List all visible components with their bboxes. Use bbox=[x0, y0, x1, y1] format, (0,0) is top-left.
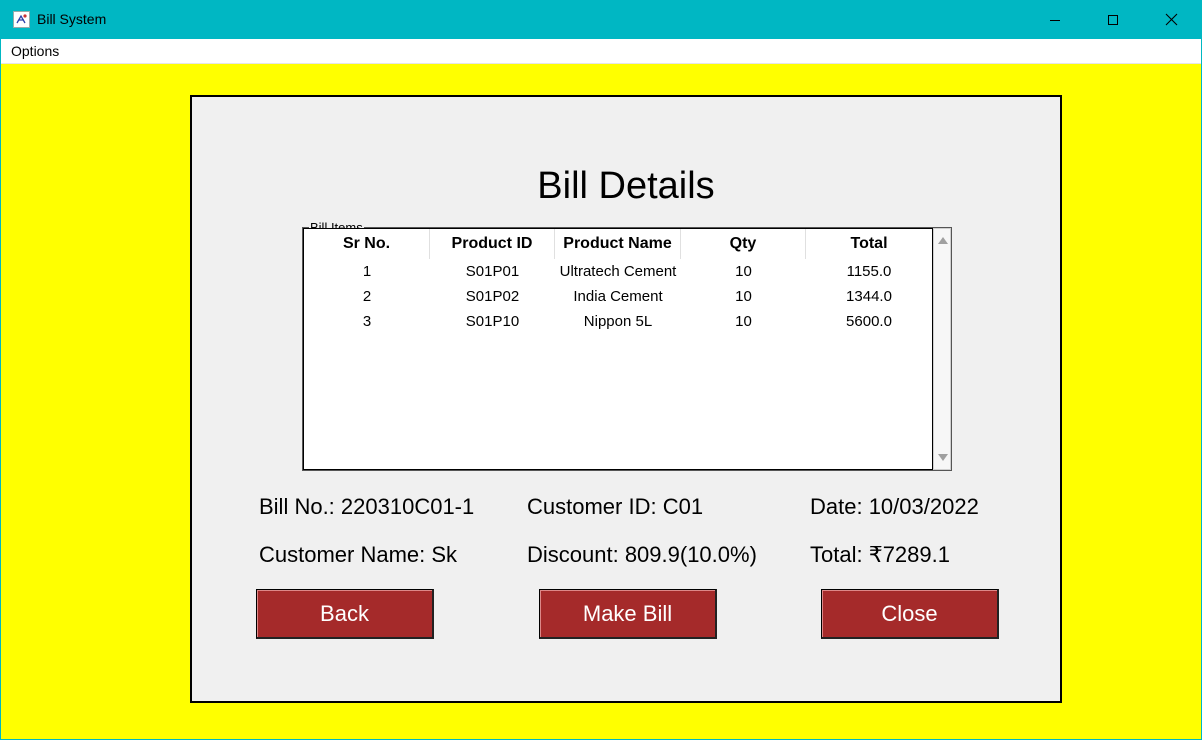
cell-total: 1344.0 bbox=[846, 288, 892, 305]
page-title: Bill Details bbox=[537, 165, 715, 207]
column-header-product-name[interactable]: Product Name bbox=[555, 229, 681, 259]
maximize-icon bbox=[1108, 14, 1118, 25]
cell-product-id: S01P02 bbox=[465, 288, 520, 305]
app-icon bbox=[13, 11, 30, 28]
title-bar: Bill System bbox=[0, 0, 1202, 39]
close-window-button[interactable] bbox=[1142, 0, 1200, 39]
cell-sr-no: 1 bbox=[362, 263, 372, 280]
menu-options[interactable]: Options bbox=[11, 43, 59, 59]
scroll-down-icon[interactable] bbox=[938, 454, 948, 461]
window-title: Bill System bbox=[37, 11, 107, 27]
cell-sr-no: 2 bbox=[362, 288, 372, 305]
table-row[interactable]: 3 S01P10 Nippon 5L 10 5600.0 bbox=[304, 309, 932, 334]
cell-sr-no: 3 bbox=[362, 313, 372, 330]
bill-panel: Bill Details Bill Items Sr No. Product I… bbox=[190, 95, 1062, 703]
bill-date: Date: 10/03/2022 bbox=[810, 494, 979, 519]
main-canvas: Bill Details Bill Items Sr No. Product I… bbox=[1, 64, 1201, 739]
cell-product-name: Nippon 5L bbox=[583, 313, 653, 330]
bill-number: Bill No.: 220310C01-1 bbox=[259, 494, 475, 519]
column-header-total[interactable]: Total bbox=[806, 229, 932, 259]
cell-product-name: Ultratech Cement bbox=[559, 263, 677, 280]
cell-total: 5600.0 bbox=[846, 313, 892, 330]
cell-product-name: India Cement bbox=[573, 288, 663, 305]
cell-qty: 10 bbox=[735, 263, 752, 280]
cell-total: 1155.0 bbox=[846, 263, 892, 280]
close-icon bbox=[1165, 13, 1177, 26]
customer-name: Customer Name: Sk bbox=[259, 542, 458, 567]
table-row[interactable]: 1 S01P01 Ultratech Cement 10 1155.0 bbox=[304, 259, 932, 284]
cell-qty: 10 bbox=[735, 313, 752, 330]
column-header-product-id[interactable]: Product ID bbox=[430, 229, 555, 259]
discount: Discount: 809.9(10.0%) bbox=[527, 542, 757, 567]
bill-items-table[interactable]: Sr No. Product ID Product Name Qty Total… bbox=[303, 228, 933, 470]
back-button[interactable]: Back bbox=[256, 589, 434, 639]
bill-items-group: Bill Items Sr No. Product ID Product Nam… bbox=[302, 220, 952, 471]
table-scrollbar[interactable] bbox=[933, 228, 951, 470]
column-header-qty[interactable]: Qty bbox=[681, 229, 806, 259]
close-button[interactable]: Close bbox=[821, 589, 999, 639]
make-bill-button[interactable]: Make Bill bbox=[539, 589, 717, 639]
customer-id: Customer ID: C01 bbox=[527, 494, 704, 519]
column-header-sr-no[interactable]: Sr No. bbox=[304, 229, 430, 259]
menu-bar: Options bbox=[1, 39, 1201, 64]
minimize-button[interactable] bbox=[1026, 0, 1084, 39]
cell-product-id: S01P01 bbox=[465, 263, 520, 280]
scroll-up-icon[interactable] bbox=[938, 237, 948, 244]
bill-total: Total: ₹7289.1 bbox=[810, 542, 950, 567]
cell-product-id: S01P10 bbox=[465, 313, 520, 330]
table-header: Sr No. Product ID Product Name Qty Total bbox=[304, 229, 932, 259]
minimize-icon bbox=[1050, 19, 1060, 21]
cell-qty: 10 bbox=[735, 288, 752, 305]
maximize-button[interactable] bbox=[1084, 0, 1142, 39]
table-row[interactable]: 2 S01P02 India Cement 10 1344.0 bbox=[304, 284, 932, 309]
